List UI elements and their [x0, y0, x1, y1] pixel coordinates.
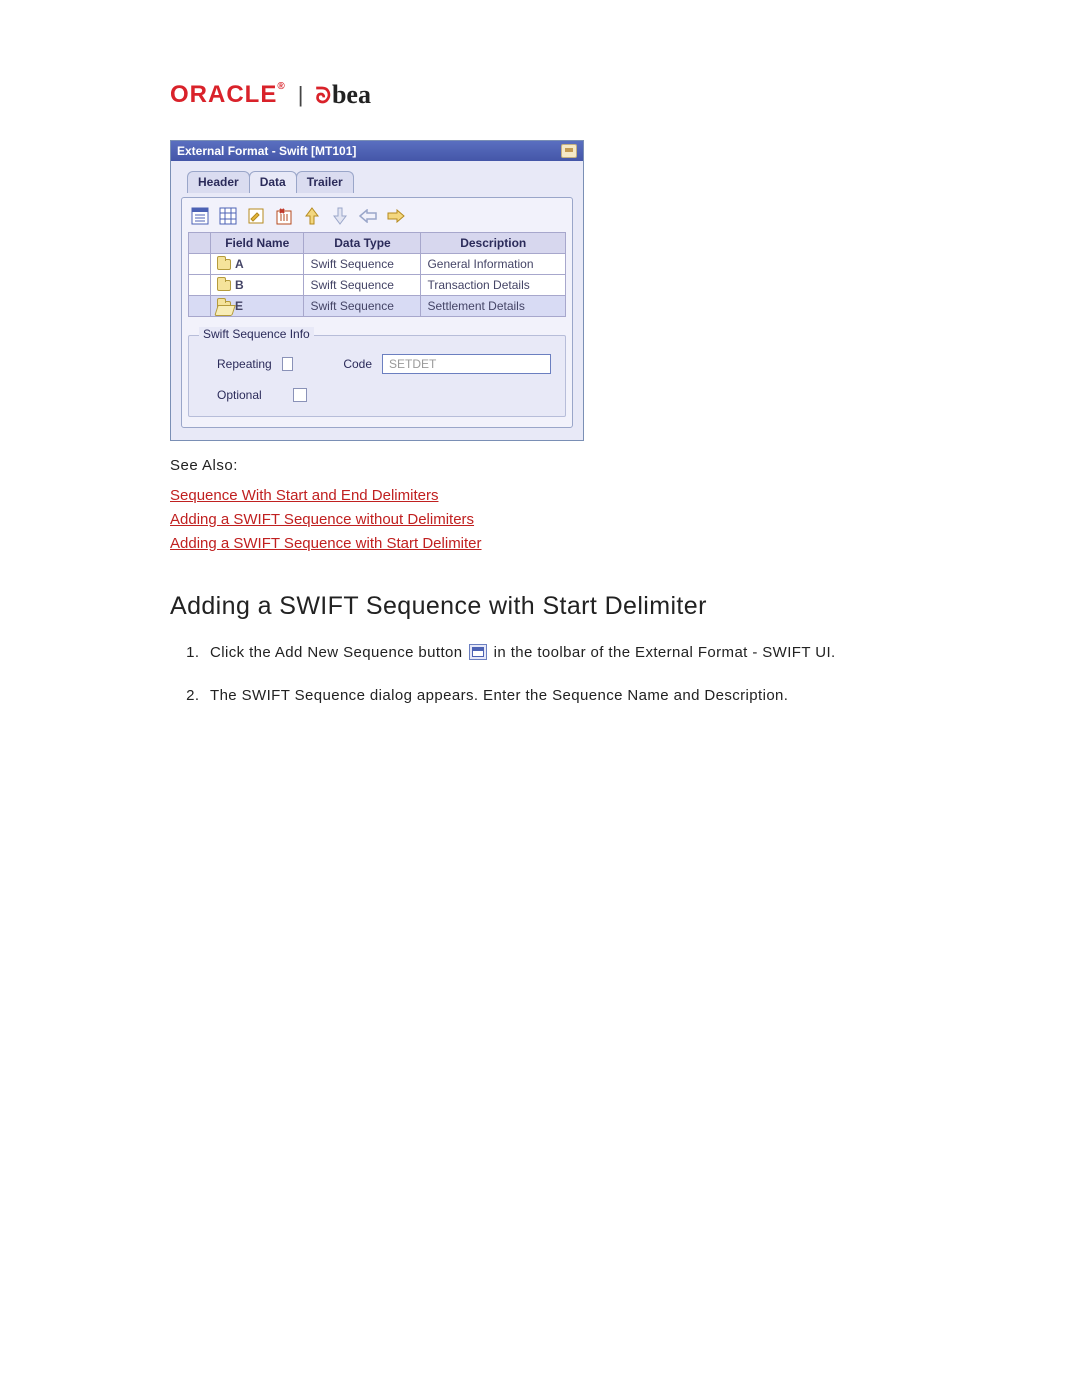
repeating-checkbox[interactable]	[282, 357, 293, 371]
move-right-button[interactable]	[386, 206, 406, 226]
move-down-button[interactable]	[330, 206, 350, 226]
code-label: Code	[343, 357, 372, 371]
panel-titlebar: External Format - Swift [MT101]	[171, 141, 583, 161]
link-seq-start-end[interactable]: Sequence With Start and End Delimiters	[170, 487, 438, 504]
delete-button[interactable]	[274, 206, 294, 226]
add-sequence-button[interactable]	[190, 206, 210, 226]
logo-row: ORACLE® | ᘐbea	[170, 80, 910, 110]
col-expand	[189, 233, 211, 254]
section-heading: Adding a SWIFT Sequence with Start Delim…	[170, 592, 910, 621]
toolbar	[188, 204, 566, 232]
data-frame: Field Name Data Type Description A Swift…	[181, 197, 573, 428]
optional-checkbox[interactable]	[293, 388, 307, 402]
edit-button[interactable]	[246, 206, 266, 226]
step-1: Click the Add New Sequence button in the…	[204, 641, 910, 664]
bea-logo: ᘐbea	[315, 80, 371, 110]
tab-trailer[interactable]: Trailer	[296, 171, 354, 193]
table-row[interactable]: A Swift Sequence General Information	[189, 254, 566, 275]
logo-separator: |	[298, 82, 304, 108]
move-up-button[interactable]	[302, 206, 322, 226]
see-also-links: Sequence With Start and End Delimiters A…	[170, 484, 910, 556]
step-2: The SWIFT Sequence dialog appears. Enter…	[204, 684, 910, 707]
fields-table: Field Name Data Type Description A Swift…	[188, 232, 566, 317]
tab-header[interactable]: Header	[187, 171, 250, 193]
steps-list: Click the Add New Sequence button in the…	[170, 641, 910, 708]
table-row[interactable]: E Swift Sequence Settlement Details	[189, 296, 566, 317]
add-sequence-icon	[469, 644, 487, 660]
repeating-label: Repeating	[203, 357, 272, 371]
tab-strip: Header Data Trailer	[181, 171, 573, 193]
link-add-without-delim[interactable]: Adding a SWIFT Sequence without Delimite…	[170, 511, 474, 528]
external-format-panel: External Format - Swift [MT101] Header D…	[170, 140, 584, 441]
folder-closed-icon	[217, 259, 231, 270]
col-fieldname: Field Name	[211, 233, 304, 254]
tab-data[interactable]: Data	[249, 171, 297, 193]
col-description: Description	[421, 233, 566, 254]
move-left-button[interactable]	[358, 206, 378, 226]
link-add-with-start-delim[interactable]: Adding a SWIFT Sequence with Start Delim…	[170, 535, 482, 552]
see-also-heading: See Also:	[170, 457, 910, 474]
mail-icon[interactable]	[561, 144, 577, 158]
swift-sequence-info: Swift Sequence Info Repeating Code Optio…	[188, 335, 566, 417]
add-field-button[interactable]	[218, 206, 238, 226]
optional-label: Optional	[203, 388, 283, 402]
folder-closed-icon	[217, 280, 231, 291]
seq-info-legend: Swift Sequence Info	[199, 327, 314, 341]
col-datatype: Data Type	[304, 233, 421, 254]
folder-open-icon	[217, 301, 231, 312]
oracle-logo: ORACLE®	[170, 81, 286, 109]
table-row[interactable]: B Swift Sequence Transaction Details	[189, 275, 566, 296]
code-input[interactable]	[382, 354, 551, 374]
panel-title-text: External Format - Swift [MT101]	[177, 144, 356, 158]
